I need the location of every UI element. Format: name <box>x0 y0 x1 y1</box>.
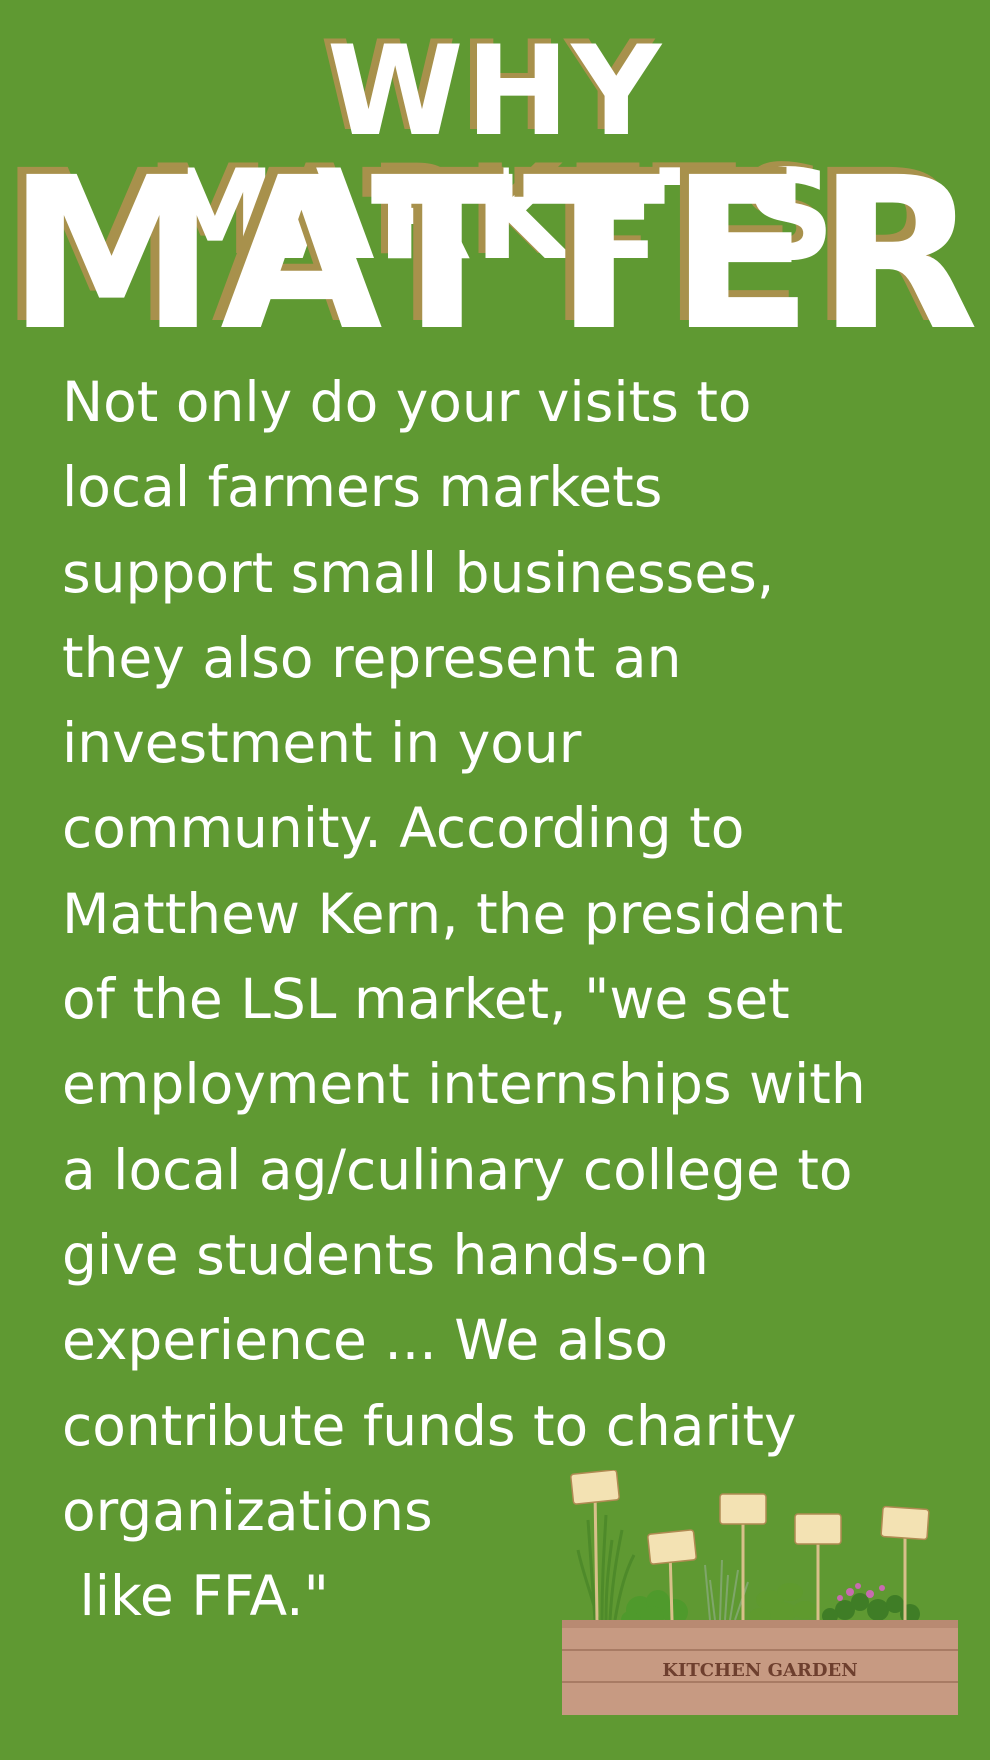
body-line: support small businesses, <box>62 540 775 605</box>
title-matter: MATTER <box>7 132 983 377</box>
body-line: investment in your <box>62 711 582 776</box>
plant-labels <box>570 1470 930 1621</box>
crate-label: KITCHEN GARDEN <box>662 1660 857 1681</box>
body-line: contribute funds to charity <box>62 1393 797 1458</box>
body-line: give students hands-on <box>62 1222 709 1287</box>
body-line: local farmers markets <box>62 455 663 520</box>
body-line: Matthew Kern, the president <box>62 881 844 946</box>
basil-icon <box>749 1583 817 1624</box>
body-line: they also represent an <box>62 625 682 690</box>
kitchen-garden-illustration: KITCHEN GARDEN <box>560 1470 960 1715</box>
crate: KITCHEN GARDEN <box>562 1620 958 1715</box>
body-line: experience ... We also <box>62 1308 669 1373</box>
body-line: a local ag/culinary college to <box>62 1137 853 1202</box>
body-line: Not only do your visits to <box>62 370 752 434</box>
body-line: community. According to <box>62 796 745 861</box>
body-line: employment internships with <box>62 1052 866 1117</box>
body-paragraph: Not only do your visits to local farmers… <box>62 360 962 1639</box>
body-line: of the LSL market, "we set <box>62 967 790 1032</box>
garden-crate-icon: KITCHEN GARDEN <box>562 1470 958 1715</box>
chives-icon <box>576 1514 636 1621</box>
